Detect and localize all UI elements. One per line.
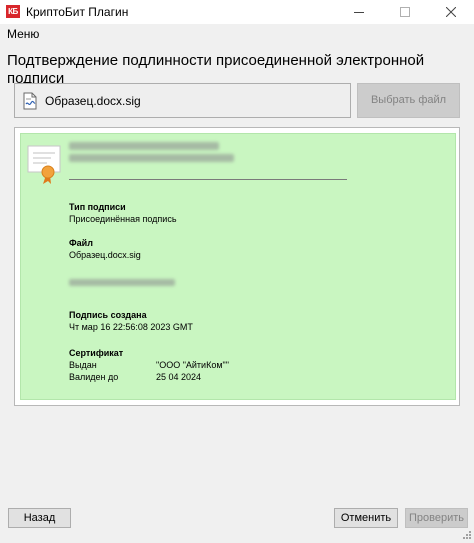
back-button[interactable]: Назад bbox=[8, 508, 71, 528]
signed-document-icon bbox=[23, 92, 37, 110]
window-title: КриптоБит Плагин bbox=[26, 5, 129, 19]
signature-valid-area: Тип подписи Присоединённая подпись Файл … bbox=[20, 133, 456, 400]
maximize-icon bbox=[400, 7, 410, 17]
app-logo-icon: КБ bbox=[6, 5, 20, 18]
issued-label: Выдан bbox=[69, 360, 97, 370]
valid-until-label: Валиден до bbox=[69, 372, 119, 382]
file-value: Образец.docx.sig bbox=[69, 250, 141, 260]
minimize-icon bbox=[354, 12, 364, 13]
close-button[interactable] bbox=[428, 0, 474, 24]
menu-bar: Меню bbox=[0, 24, 474, 44]
file-field[interactable]: Образец.docx.sig bbox=[14, 83, 351, 118]
maximize-button[interactable] bbox=[382, 0, 428, 24]
separator bbox=[69, 179, 347, 180]
signature-type-value: Присоединённая подпись bbox=[69, 214, 177, 224]
signature-result-panel: Тип подписи Присоединённая подпись Файл … bbox=[14, 127, 460, 406]
choose-file-button[interactable]: Выбрать файл bbox=[357, 83, 460, 118]
close-icon bbox=[446, 7, 456, 17]
valid-until-value: 25 04 2024 bbox=[156, 372, 202, 382]
signer-org-redacted bbox=[69, 154, 234, 162]
signature-type-label: Тип подписи bbox=[69, 202, 126, 212]
resize-grip-icon[interactable] bbox=[462, 530, 472, 540]
issued-value: "ООО "АйтиКом"" bbox=[156, 360, 229, 370]
title-bar: КБ КриптоБит Плагин bbox=[0, 0, 474, 24]
minimize-button[interactable] bbox=[336, 0, 382, 24]
certificate-icon bbox=[27, 145, 61, 184]
signer-name-redacted bbox=[69, 142, 219, 150]
cancel-button[interactable]: Отменить bbox=[334, 508, 398, 528]
verify-button[interactable]: Проверить bbox=[405, 508, 468, 528]
signer-info-redacted bbox=[69, 279, 175, 286]
certificate-label: Сертификат bbox=[69, 348, 124, 358]
signature-created-value: Чт мар 16 22:56:08 2023 GMT bbox=[69, 322, 193, 332]
menu-item-menu[interactable]: Меню bbox=[7, 27, 39, 41]
file-label: Файл bbox=[69, 238, 93, 248]
file-name: Образец.docx.sig bbox=[45, 94, 141, 108]
signature-created-label: Подпись создана bbox=[69, 310, 147, 320]
